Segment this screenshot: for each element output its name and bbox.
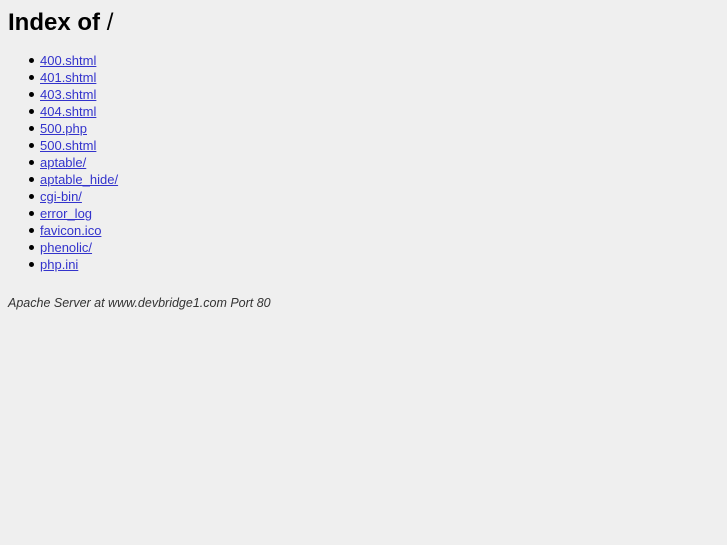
directory-entry-link[interactable]: 401.shtml <box>40 70 96 85</box>
bullet-icon <box>29 143 34 148</box>
bullet-icon <box>29 75 34 80</box>
directory-entry-link[interactable]: 404.shtml <box>40 104 96 119</box>
directory-entry-link[interactable]: error_log <box>40 206 92 221</box>
bullet-icon <box>29 245 34 250</box>
list-item: 500.shtml <box>29 137 118 154</box>
bullet-icon <box>29 211 34 216</box>
directory-entry-link[interactable]: cgi-bin/ <box>40 189 82 204</box>
list-item: 404.shtml <box>29 103 118 120</box>
directory-index-page: Index of / 400.shtml 401.shtml 403.shtml… <box>0 0 727 545</box>
list-item: 500.php <box>29 120 118 137</box>
page-title-path: / <box>106 9 114 36</box>
directory-entry-link[interactable]: 400.shtml <box>40 53 96 68</box>
list-item: aptable/ <box>29 154 118 171</box>
list-item: aptable_hide/ <box>29 171 118 188</box>
list-item: 401.shtml <box>29 69 118 86</box>
directory-entry-link[interactable]: 500.shtml <box>40 138 96 153</box>
bullet-icon <box>29 160 34 165</box>
list-item: 400.shtml <box>29 52 118 69</box>
page-title-text: Index of <box>8 9 101 36</box>
list-item: phenolic/ <box>29 239 118 256</box>
directory-entry-link[interactable]: 500.php <box>40 121 87 136</box>
bullet-icon <box>29 194 34 199</box>
server-signature: Apache Server at www.devbridge1.com Port… <box>8 296 271 310</box>
directory-entry-link[interactable]: 403.shtml <box>40 87 96 102</box>
bullet-icon <box>29 58 34 63</box>
bullet-icon <box>29 262 34 267</box>
list-item: cgi-bin/ <box>29 188 118 205</box>
directory-entry-link[interactable]: aptable_hide/ <box>40 172 118 187</box>
directory-listing: 400.shtml 401.shtml 403.shtml 404.shtml … <box>0 52 118 273</box>
bullet-icon <box>29 109 34 114</box>
bullet-icon <box>29 126 34 131</box>
directory-entry-link[interactable]: php.ini <box>40 257 78 272</box>
bullet-icon <box>29 177 34 182</box>
page-title: Index of / <box>8 9 113 36</box>
list-item: php.ini <box>29 256 118 273</box>
directory-entry-link[interactable]: favicon.ico <box>40 223 101 238</box>
list-item: favicon.ico <box>29 222 118 239</box>
bullet-icon <box>29 228 34 233</box>
list-item: 403.shtml <box>29 86 118 103</box>
bullet-icon <box>29 92 34 97</box>
directory-entry-link[interactable]: phenolic/ <box>40 240 92 255</box>
list-item: error_log <box>29 205 118 222</box>
directory-entry-link[interactable]: aptable/ <box>40 155 86 170</box>
